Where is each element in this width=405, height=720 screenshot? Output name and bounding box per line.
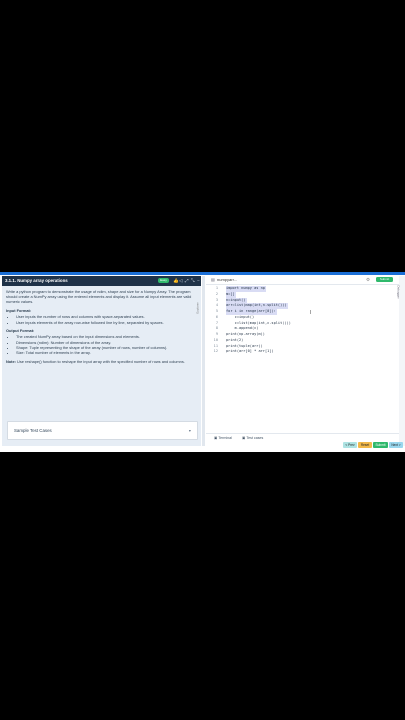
top-accent-bar <box>0 272 405 275</box>
app-window: 3.1.1. Numpy array operations Easy 👍 ◁ ⤢… <box>0 272 405 452</box>
submit-button-top[interactable]: Submit <box>376 277 393 282</box>
expand-icon[interactable]: ⤢ <box>185 277 189 285</box>
code-line[interactable]: 12 print(arr[0] * arr[1]) <box>212 349 399 355</box>
output-format-list: The created NumPy array based on the inp… <box>6 334 198 355</box>
editor-tab-bar: ▤ numpyarr... ⚙ Submit <box>206 276 399 285</box>
debugger-label: Debugger <box>396 285 401 299</box>
problem-title: 3.1.1. Numpy array operations <box>5 278 68 283</box>
explorer-label: Explorer <box>195 302 200 314</box>
gear-icon[interactable]: ⚙ <box>366 276 370 283</box>
file-icon: ▤ <box>211 277 215 282</box>
chevron-down-icon: ▾ <box>188 428 191 433</box>
problem-intro: Write a python program to demonstrate th… <box>6 289 192 305</box>
fullscreen-icon[interactable]: ⤡ <box>191 277 195 285</box>
submit-button[interactable]: Submit <box>373 442 388 448</box>
list-item: User inputs elements of the array row-wi… <box>16 320 198 325</box>
panel-divider[interactable] <box>202 276 205 446</box>
note-text: Use reshape() function to reshape the in… <box>15 358 185 364</box>
debugger-strip[interactable]: Debugger <box>396 276 405 446</box>
code-editor[interactable]: 1 import numpy as np 2 m=[] 3 n=input() 4 arr=l… <box>212 286 399 431</box>
minimize-icon[interactable]: − <box>197 277 200 285</box>
input-format-heading: Input Format: <box>6 308 32 314</box>
file-tab[interactable]: numpyarr... <box>217 276 237 283</box>
input-format-list: User inputs the number of rows and colum… <box>6 314 198 324</box>
sample-test-cases-toggle[interactable]: Sample Test Cases ▾ <box>7 421 198 440</box>
editor-panel: ▤ numpyarr... ⚙ Submit Explorer 1 import … <box>196 276 399 446</box>
code-text: print(arr[0] * arr[1]) <box>226 349 274 354</box>
reset-button[interactable]: Reset <box>358 442 372 448</box>
prev-button[interactable]: < Prev <box>343 442 357 448</box>
text-cursor-icon: I <box>310 310 312 316</box>
sample-test-cases-label: Sample Test Cases <box>14 428 52 433</box>
share-icon[interactable]: ◁ <box>179 277 182 285</box>
problem-description: Write a python program to demonstrate th… <box>6 289 198 367</box>
difficulty-badge: Easy <box>158 278 169 283</box>
line-number: 12 <box>213 349 218 354</box>
note-label: Note: <box>6 358 16 364</box>
problem-header: 3.1.1. Numpy array operations Easy 👍 ◁ ⤢… <box>2 276 201 286</box>
problem-panel: 3.1.1. Numpy array operations Easy 👍 ◁ ⤢… <box>2 276 201 446</box>
note: Note: Use reshape() function to reshape … <box>6 359 198 364</box>
explorer-strip[interactable]: Explorer <box>196 284 211 384</box>
footer-bar: < Prev Reset Submit Next > <box>0 440 405 452</box>
thumbs-up-icon[interactable]: 👍 <box>173 277 179 285</box>
list-item: Size: Total number of elements in the ar… <box>16 350 198 355</box>
output-format-heading: Output Format: <box>6 328 35 334</box>
next-button[interactable]: Next > <box>389 442 403 448</box>
